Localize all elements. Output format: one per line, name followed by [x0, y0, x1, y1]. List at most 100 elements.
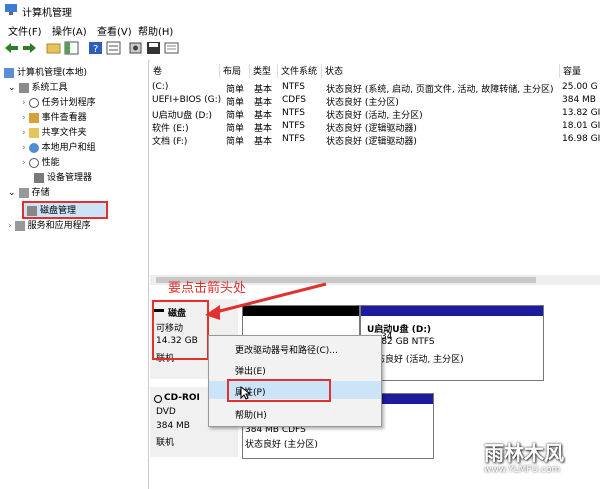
list-view-icon[interactable]: [164, 41, 179, 55]
expand-chevron-icon[interactable]: ⌄: [8, 188, 16, 198]
navigation-tree: 计算机管理(本地) ⌄ 系统工具 › 任务计划程序 › 事件查看器 › 共享文件夹 › 本…: [0, 60, 149, 489]
menu-item-help[interactable]: 帮助(H): [209, 404, 381, 422]
cdrom-type: DVD: [156, 407, 176, 417]
tree-services[interactable]: › 服务和应用程序: [8, 218, 91, 231]
mouse-cursor-icon: [240, 386, 250, 400]
tree-item-local-users[interactable]: › 本地用户和组: [22, 140, 96, 153]
tree-item-label: 任务计划程序: [41, 98, 96, 108]
menu-item-eject[interactable]: 弹出(E): [209, 360, 381, 378]
collapse-chevron-icon[interactable]: ›: [22, 128, 26, 138]
menu-item-change-drive-letter[interactable]: 更改驱动器号和路径(C)...: [209, 339, 381, 357]
partition-left-size: 34: [381, 332, 393, 342]
cell-filesystem: NTFS: [282, 121, 305, 131]
disk-1-partition-d[interactable]: U启动U盘 (D:) 13.82 GB NTFS 状态良好 (活动, 主分区): [360, 305, 544, 381]
performance-icon: [28, 157, 39, 168]
cell-type: 基本: [254, 98, 273, 108]
cell-filesystem: NTFS: [282, 82, 305, 92]
menu-help[interactable]: 帮助(H): [138, 23, 173, 38]
up-folder-icon[interactable]: [46, 41, 61, 55]
tree-system-tools[interactable]: ⌄ 系统工具: [8, 80, 68, 93]
tree-system-tools-label: 系统工具: [31, 83, 68, 93]
cell-volume: 软件 (E:): [152, 124, 189, 134]
cell-type: 基本: [254, 85, 273, 95]
cell-layout: 简单: [226, 137, 245, 147]
collapse-chevron-icon[interactable]: ›: [22, 113, 26, 123]
tree-root[interactable]: 计算机管理(本地): [4, 65, 87, 78]
collapse-chevron-icon[interactable]: ›: [22, 158, 26, 168]
cell-capacity: 384 MB: [562, 95, 596, 105]
help-icon[interactable]: ?: [88, 41, 103, 55]
menu-view[interactable]: 查看(V): [97, 23, 132, 38]
menu-bar: 文件(F) 操作(A) 查看(V) 帮助(H): [0, 20, 600, 38]
collapse-chevron-icon[interactable]: ›: [22, 98, 26, 108]
toolbar: ?: [0, 38, 600, 61]
save-icon[interactable]: [146, 41, 161, 55]
shared-folder-icon: [28, 127, 39, 138]
cell-filesystem: NTFS: [282, 134, 305, 144]
title-bar: 计算机管理: [0, 0, 600, 20]
cell-status: 状态良好 (逻辑驱动器): [326, 124, 417, 134]
column-header-filesystem[interactable]: 文件系统: [278, 64, 322, 78]
clock-icon: [28, 97, 39, 108]
window-title: 计算机管理: [22, 8, 72, 19]
cell-layout: 简单: [226, 111, 245, 121]
collapse-chevron-icon[interactable]: ›: [8, 221, 12, 231]
partition-color-bar: [361, 306, 543, 316]
column-header-capacity[interactable]: 容量: [560, 64, 600, 78]
tree-disk-mgmt-label: 磁盘管理: [40, 206, 77, 216]
back-icon[interactable]: [4, 41, 19, 55]
cell-status: 状态良好 (活动, 主分区): [326, 111, 423, 121]
tree-item-label: 本地用户和组: [41, 143, 96, 153]
tree-item-label: 共享文件夹: [41, 128, 87, 138]
computer-management-icon: [5, 4, 17, 15]
cell-layout: 简单: [226, 98, 245, 108]
tree-services-label: 服务和应用程序: [27, 221, 91, 231]
cdrom-name: CD-ROI: [164, 393, 200, 403]
cell-filesystem: NTFS: [282, 108, 305, 118]
partition-name: U启动U盘 (D:): [367, 325, 432, 335]
tree-item-event-viewer[interactable]: › 事件查看器: [22, 110, 87, 123]
cdrom-partition-status: 状态良好 (主分区): [245, 440, 318, 450]
expand-chevron-icon[interactable]: ⌄: [8, 83, 16, 93]
menu-action[interactable]: 操作(A): [52, 23, 87, 38]
tree-item-shared-folders[interactable]: › 共享文件夹: [22, 125, 87, 138]
tree-item-label: 设备管理器: [47, 173, 93, 183]
column-header-layout[interactable]: 布局: [220, 64, 250, 78]
cell-volume: UEFI+BIOS (G:): [152, 95, 222, 105]
tree-item-disk-management[interactable]: 磁盘管理: [22, 201, 108, 219]
disk-icon: [27, 205, 37, 216]
tree-item-task-scheduler[interactable]: › 任务计划程序: [22, 95, 96, 108]
annotation-highlight-disk: [152, 300, 209, 360]
cell-capacity: 13.82 GI: [562, 108, 600, 118]
properties-icon[interactable]: [106, 41, 121, 55]
column-header-status[interactable]: 状态: [322, 64, 560, 78]
settings-icon[interactable]: [128, 41, 143, 55]
tree-item-performance[interactable]: › 性能: [22, 155, 60, 168]
tree-storage[interactable]: ⌄ 存储: [8, 185, 50, 198]
cell-status: 状态良好 (主分区): [326, 98, 399, 108]
event-viewer-icon: [28, 112, 39, 123]
tree-item-device-manager[interactable]: 设备管理器: [34, 170, 92, 183]
watermark-brand: 雨林木风: [484, 441, 564, 465]
watermark-logo: 雨林木风 www.YLMFU.com: [478, 433, 598, 487]
column-header-volume[interactable]: 卷: [150, 64, 220, 78]
cell-volume: (C:): [152, 82, 169, 92]
cell-volume: U启动U盘 (D:): [152, 111, 213, 121]
tree-item-label: 性能: [41, 158, 60, 168]
cell-layout: 简单: [226, 85, 245, 95]
collapse-chevron-icon[interactable]: ›: [22, 143, 26, 153]
users-icon: [28, 142, 39, 153]
column-header-type[interactable]: 类型: [250, 64, 278, 78]
tools-icon: [18, 82, 29, 93]
cell-status: 状态良好 (系统, 启动, 页面文件, 活动, 故障转储, 主分区): [326, 85, 554, 95]
computer-icon: [4, 67, 14, 78]
cdrom-size: 384 MB: [156, 421, 190, 431]
tree-item-label: 事件查看器: [41, 113, 87, 123]
show-tree-icon[interactable]: [64, 41, 79, 55]
tree-storage-label: 存储: [31, 188, 50, 198]
cdrom-status: 联机: [156, 438, 175, 448]
menu-file[interactable]: 文件(F): [8, 23, 42, 38]
watermark-url: www.YLMFU.com: [484, 465, 561, 475]
cell-capacity: 16.98 GI: [562, 134, 600, 144]
forward-icon[interactable]: [22, 41, 37, 55]
